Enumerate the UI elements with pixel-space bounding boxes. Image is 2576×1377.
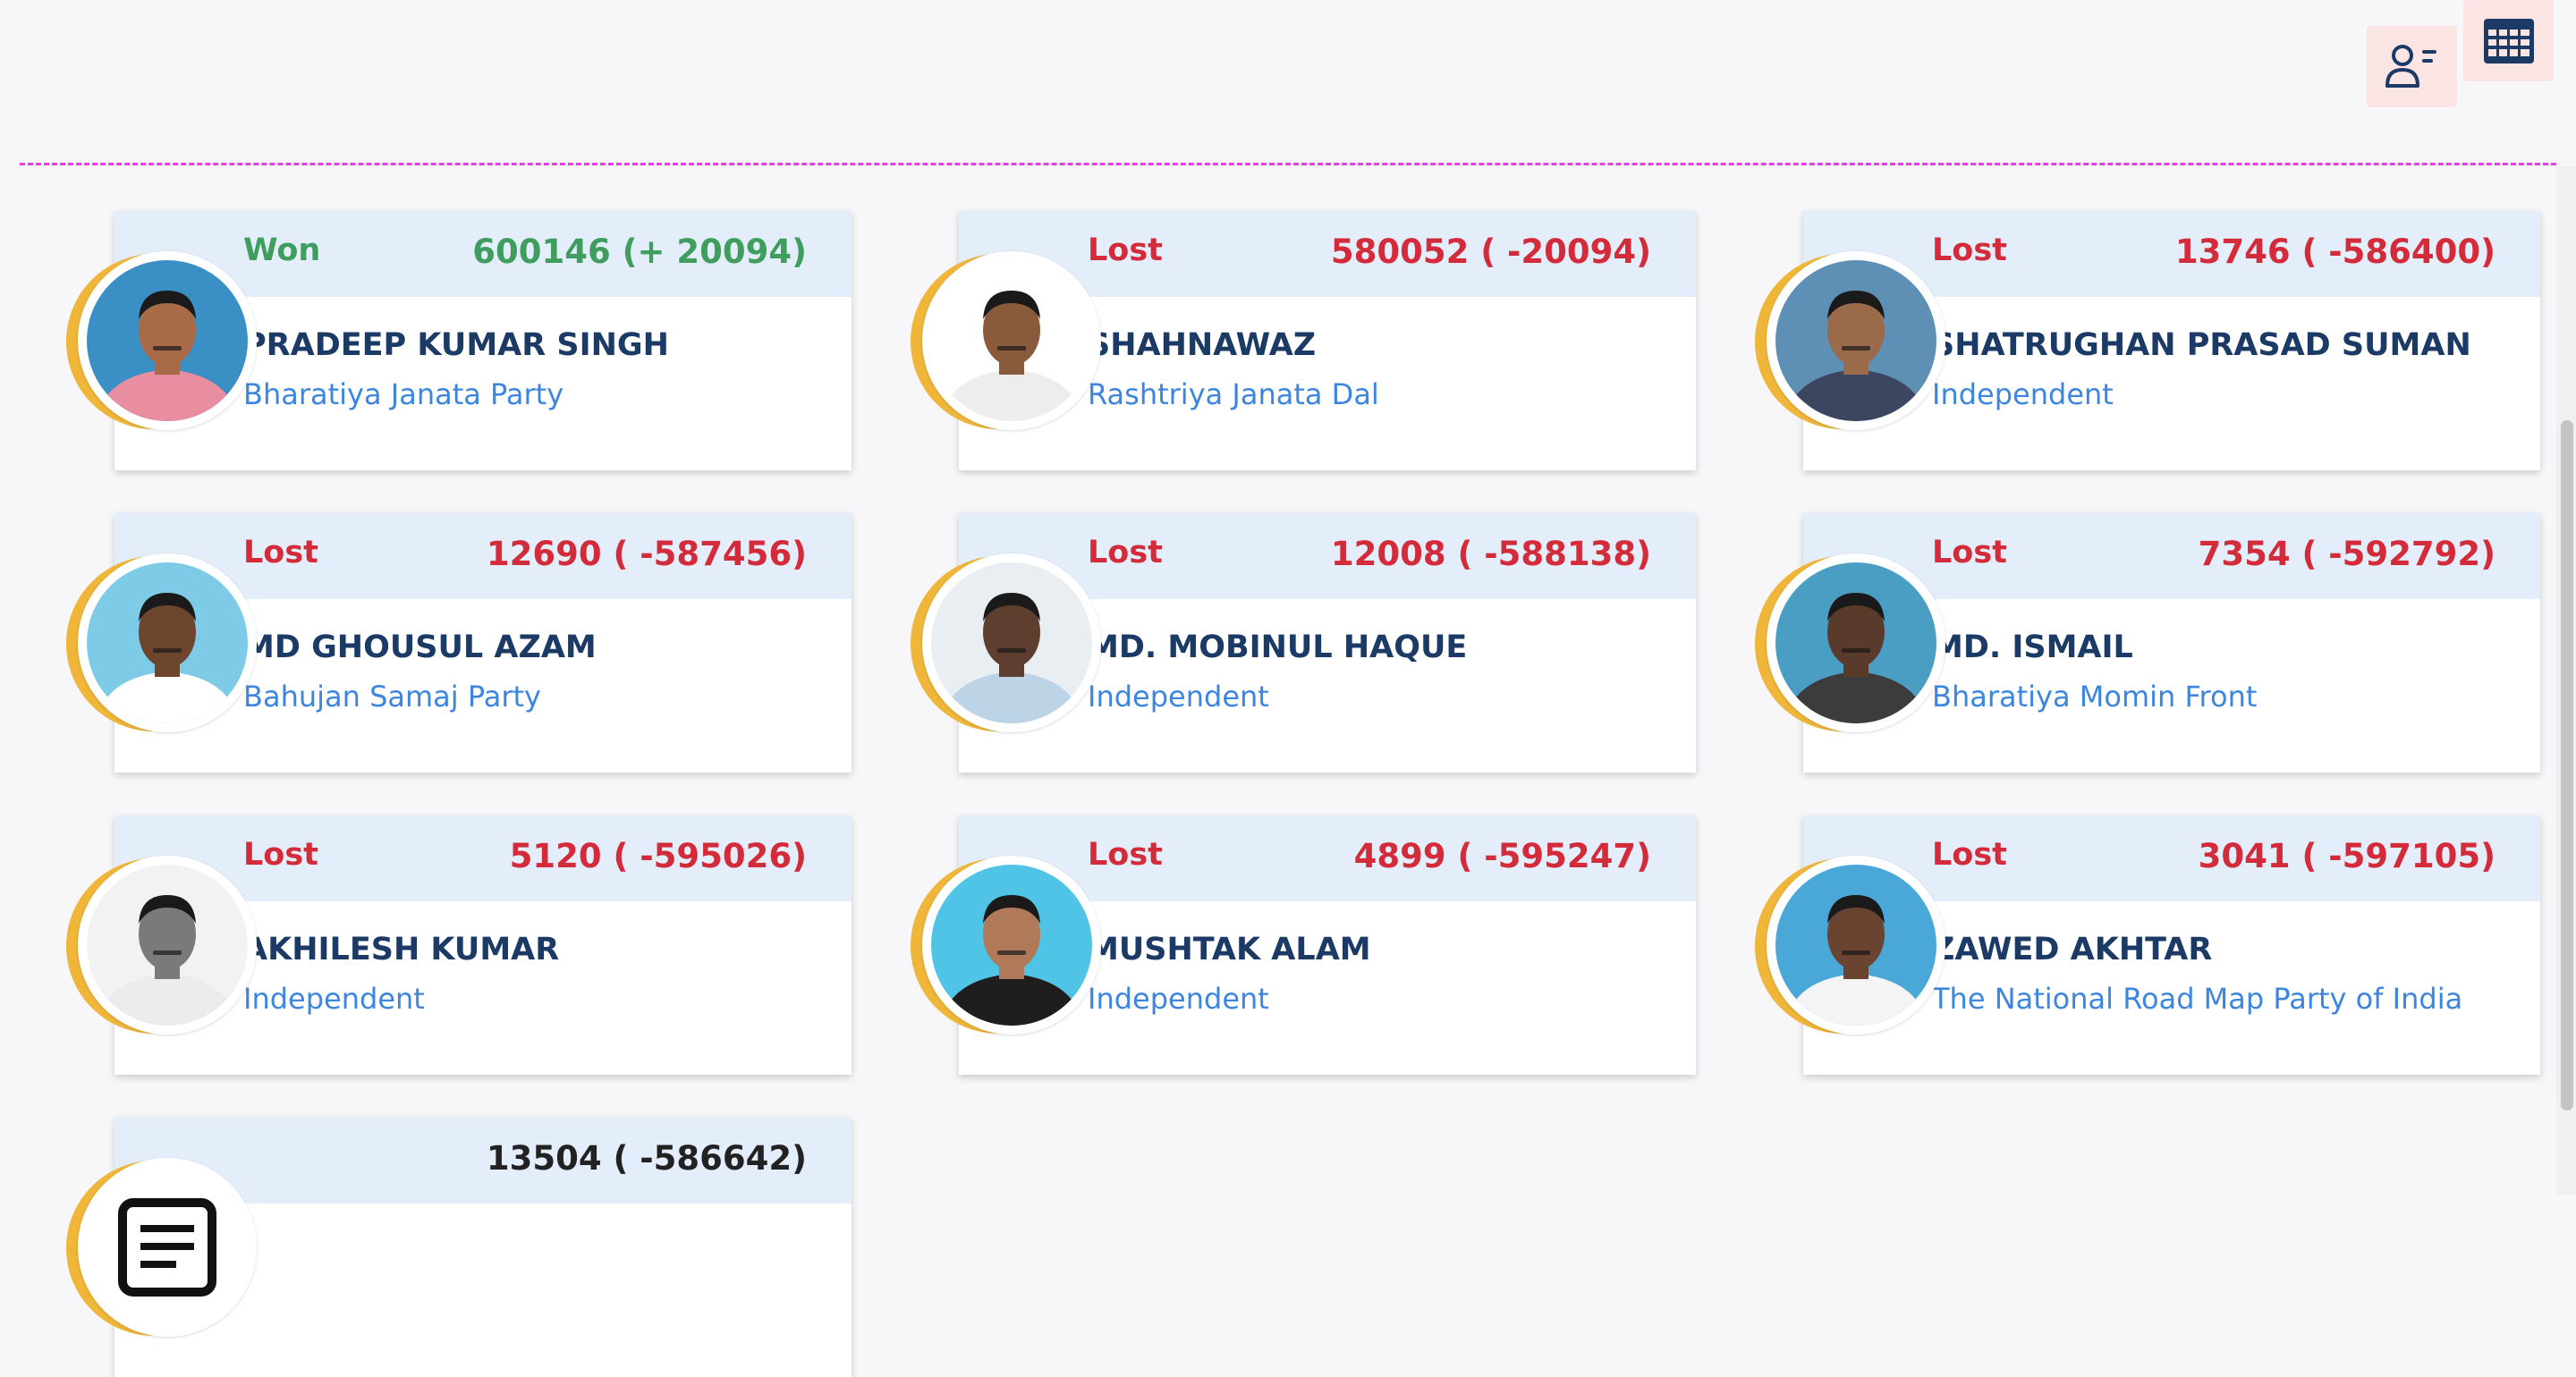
candidate-card[interactable]: Won 600146 (+ 20094) PRADEEP KUMAR SINGH… <box>32 211 852 470</box>
result-status: Lost <box>243 837 318 873</box>
list-view-button[interactable] <box>2367 26 2457 107</box>
party-name: Independent <box>243 982 425 1016</box>
result-status: Won <box>243 232 321 268</box>
candidate-photo <box>922 856 1101 1035</box>
top-toolbar <box>0 0 2576 166</box>
candidate-card[interactable]: Lost 5120 ( -595026) AKHILESH KUMAR Inde… <box>32 815 852 1075</box>
scrollbar-thumb[interactable] <box>2561 420 2573 1111</box>
candidate-photo <box>78 856 257 1035</box>
result-status: Lost <box>243 535 318 570</box>
candidate-photo <box>1767 856 1945 1035</box>
vote-count: 7354 ( -592792) <box>2198 535 2496 573</box>
candidate-name: MUSHTAK ALAM <box>1088 932 1371 967</box>
party-name: Rashtriya Janata Dal <box>1088 377 1379 411</box>
vote-count: 13746 ( -586400) <box>2174 232 2496 271</box>
result-status: Lost <box>1932 232 2007 268</box>
party-name: Independent <box>1088 680 1269 714</box>
candidate-name: SHATRUGHAN PRASAD SUMAN <box>1932 327 2471 363</box>
candidate-card[interactable]: Lost 12690 ( -587456) MD GHOUSUL AZAM Ba… <box>32 513 852 773</box>
vote-count: 580052 ( -20094) <box>1330 232 1651 271</box>
grid-table-icon <box>2483 18 2534 63</box>
candidate-photo <box>1767 251 1945 430</box>
candidate-photo <box>922 251 1101 430</box>
user-list-icon <box>2385 44 2436 88</box>
vote-count: 12008 ( -588138) <box>1330 535 1651 573</box>
candidate-name: ZAWED AKHTAR <box>1932 932 2213 967</box>
scrollbar[interactable] <box>2556 166 2576 1195</box>
candidate-name: MD. MOBINUL HAQUE <box>1088 629 1468 665</box>
result-status: Lost <box>1932 837 2007 873</box>
candidate-name: AKHILESH KUMAR <box>243 932 560 967</box>
candidate-photo <box>78 251 257 430</box>
candidate-card[interactable]: Lost 3041 ( -597105) ZAWED AKHTAR The Na… <box>1721 815 2540 1075</box>
nota-icon <box>78 1158 257 1337</box>
vote-count: 12690 ( -587456) <box>486 535 807 573</box>
result-status: Lost <box>1088 232 1163 268</box>
candidate-card[interactable]: 13504 ( -586642) <box>32 1118 852 1377</box>
party-name: Bharatiya Momin Front <box>1932 680 2258 714</box>
candidate-name: PRADEEP KUMAR SINGH <box>243 327 669 363</box>
candidate-card[interactable]: Lost 12008 ( -588138) MD. MOBINUL HAQUE … <box>877 513 1696 773</box>
party-name: The National Road Map Party of India <box>1932 982 2463 1016</box>
grid-view-button[interactable] <box>2463 0 2554 81</box>
vote-count: 4899 ( -595247) <box>1353 837 1651 875</box>
party-name: Bahujan Samaj Party <box>243 680 541 714</box>
candidate-photo <box>78 553 257 732</box>
vote-count: 5120 ( -595026) <box>509 837 807 875</box>
candidate-name: SHAHNAWAZ <box>1088 327 1317 363</box>
candidate-name: MD. ISMAIL <box>1932 629 2133 665</box>
candidate-photo <box>922 553 1101 732</box>
vote-count: 13504 ( -586642) <box>486 1139 807 1178</box>
candidate-card[interactable]: Lost 13746 ( -586400) SHATRUGHAN PRASAD … <box>1721 211 2540 470</box>
party-name: Independent <box>1932 377 2114 411</box>
result-status: Lost <box>1088 837 1163 873</box>
candidate-photo <box>1767 553 1945 732</box>
candidate-card[interactable]: Lost 7354 ( -592792) MD. ISMAIL Bharatiy… <box>1721 513 2540 773</box>
candidate-name: MD GHOUSUL AZAM <box>243 629 597 665</box>
party-name: Bharatiya Janata Party <box>243 377 564 411</box>
vote-count: 3041 ( -597105) <box>2198 837 2496 875</box>
result-status: Lost <box>1088 535 1163 570</box>
vote-count: 600146 (+ 20094) <box>472 232 807 271</box>
result-status: Lost <box>1932 535 2007 570</box>
candidate-card[interactable]: Lost 4899 ( -595247) MUSHTAK ALAM Indepe… <box>877 815 1696 1075</box>
party-name: Independent <box>1088 982 1269 1016</box>
candidate-card[interactable]: Lost 580052 ( -20094) SHAHNAWAZ Rashtriy… <box>877 211 1696 470</box>
section-divider <box>20 163 2556 165</box>
